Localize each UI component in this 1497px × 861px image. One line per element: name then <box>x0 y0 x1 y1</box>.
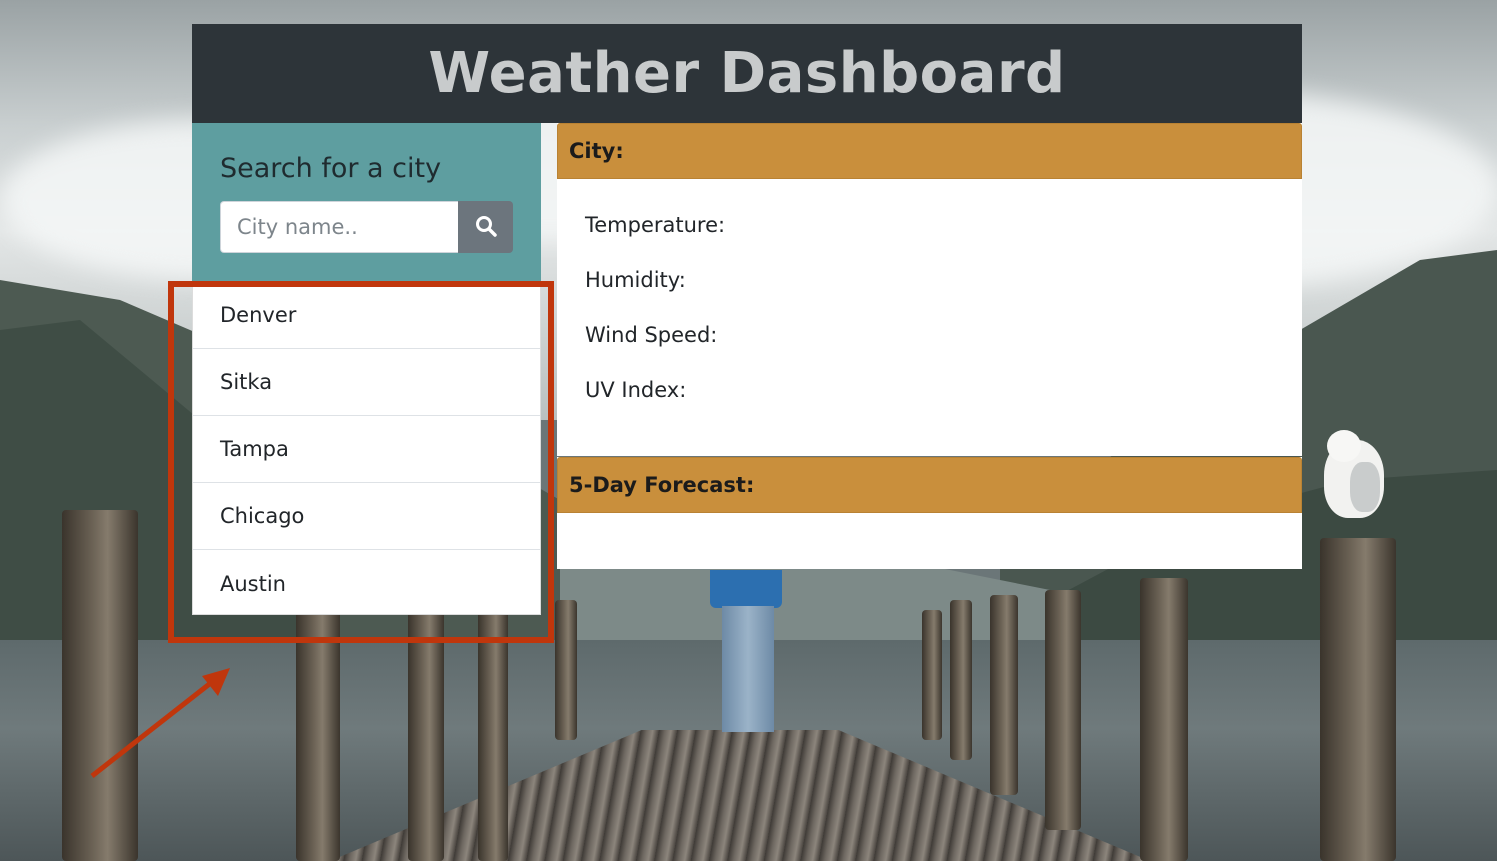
forecast-card: 5-Day Forecast: <box>557 457 1302 569</box>
search-button[interactable] <box>458 201 513 253</box>
humidity-label: Humidity: <box>585 268 686 292</box>
forecast-heading: 5-Day Forecast: <box>557 457 1302 513</box>
city-item-denver[interactable]: Denver <box>193 282 540 349</box>
city-heading: City: <box>557 123 1302 179</box>
current-weather-card: City: Temperature: Humidity: Wind Speed:… <box>557 123 1302 456</box>
temperature-label: Temperature: <box>585 213 726 237</box>
page-title: Weather Dashboard <box>192 24 1302 123</box>
city-item-chicago[interactable]: Chicago <box>193 483 540 550</box>
city-item-tampa[interactable]: Tampa <box>193 416 540 483</box>
city-history-list: Denver Sitka Tampa Chicago Austin <box>192 281 541 615</box>
search-panel: Search for a city <box>192 123 541 281</box>
uv-index-label: UV Index: <box>585 378 687 402</box>
city-item-austin[interactable]: Austin <box>193 550 540 617</box>
search-title: Search for a city <box>220 153 442 184</box>
search-icon <box>475 215 497 240</box>
city-item-sitka[interactable]: Sitka <box>193 349 540 416</box>
city-search-input[interactable] <box>220 201 458 253</box>
wind-speed-label: Wind Speed: <box>585 323 718 347</box>
